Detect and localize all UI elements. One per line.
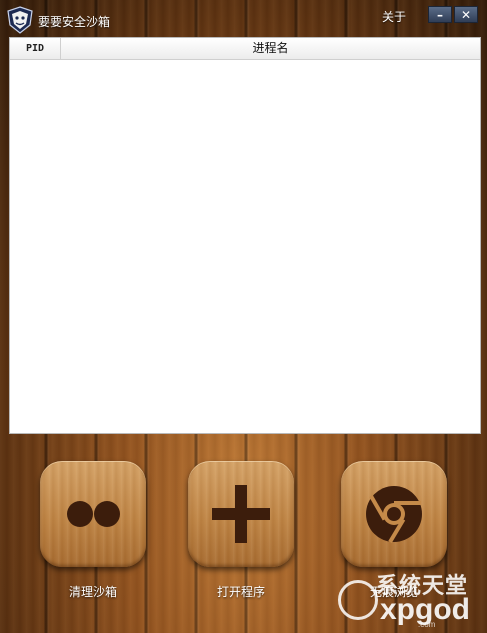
- column-header-pid[interactable]: PID: [10, 38, 61, 59]
- open-program-label: 打开程序: [216, 585, 265, 599]
- title-bar[interactable]: 要要安全沙箱 关于 – ✕: [0, 0, 487, 36]
- site-watermark: 系统天堂 xpgod .com: [338, 566, 486, 630]
- app-logo-icon: [7, 6, 33, 34]
- table-header: PID 进程名: [10, 38, 480, 60]
- about-button[interactable]: 关于: [382, 8, 406, 25]
- clean-sandbox-button[interactable]: [40, 461, 146, 567]
- clean-sandbox-label: 清理沙箱: [68, 585, 117, 599]
- plus-icon: [212, 485, 270, 543]
- private-browsing-button[interactable]: [341, 461, 447, 567]
- watermark-text-small: .com: [418, 620, 436, 629]
- minimize-button[interactable]: –: [428, 6, 452, 23]
- open-program-button[interactable]: [188, 461, 294, 567]
- column-header-process-name[interactable]: 进程名: [61, 38, 480, 59]
- watermark-logo-icon: [338, 580, 378, 620]
- window-title: 要要安全沙箱: [38, 15, 111, 29]
- process-list[interactable]: PID 进程名: [9, 37, 481, 434]
- table-body[interactable]: [10, 60, 480, 433]
- app-window: 要要安全沙箱 关于 – ✕ PID 进程名 清理沙箱 打开程序 无痕浏览 系统天…: [0, 0, 487, 633]
- two-dots-icon: [67, 501, 120, 527]
- close-button[interactable]: ✕: [454, 6, 478, 23]
- browser-swirl-icon: [366, 486, 422, 544]
